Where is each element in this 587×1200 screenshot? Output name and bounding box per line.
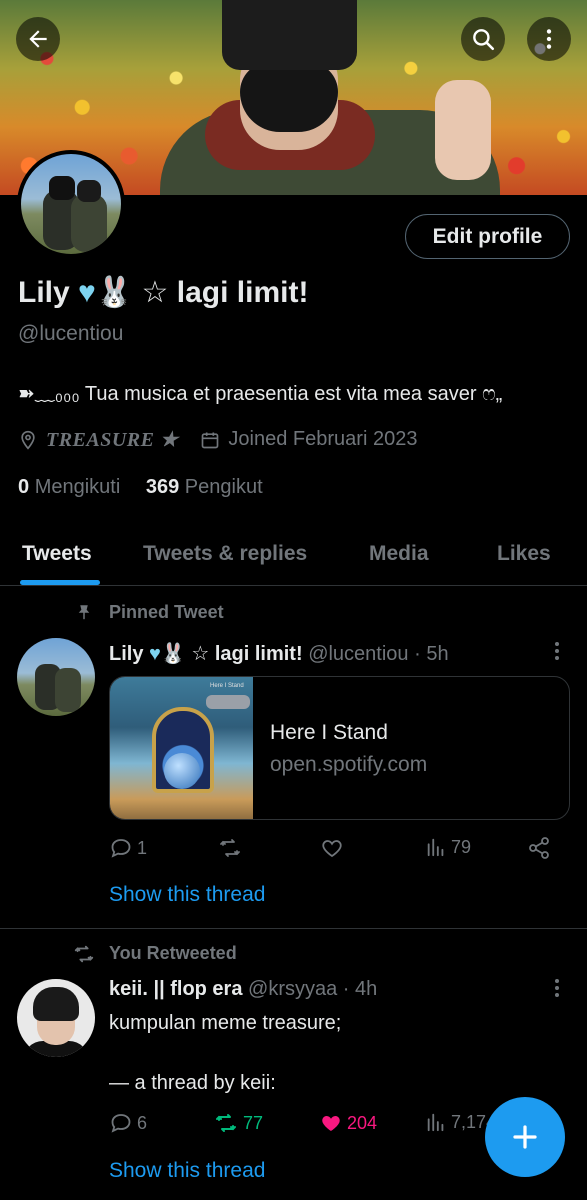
pin-icon: [78, 605, 90, 620]
like-button[interactable]: 204: [319, 1111, 377, 1135]
more-vertical-icon: [546, 29, 552, 49]
tab-likes[interactable]: Likes: [497, 542, 551, 566]
profile-handle: @lucentiou: [18, 322, 124, 345]
tab-tweets[interactable]: Tweets: [22, 542, 92, 566]
rabbit-face-icon: 🐰: [95, 276, 134, 309]
like-button[interactable]: [320, 836, 344, 860]
profile-meta: TREASURE ★ Joined Februari 2023: [18, 427, 417, 452]
profile-joined-date: Joined Februari 2023: [228, 428, 418, 450]
retweet-button[interactable]: [217, 836, 243, 860]
calendar-icon: [202, 432, 219, 448]
tweet-header: keii. || flop era @krsyyaa · 4h: [109, 978, 377, 1001]
location-icon: [21, 430, 35, 450]
arrow-left-icon: [29, 30, 47, 48]
tab-media[interactable]: Media: [369, 542, 429, 566]
profile-name: Lily ♥🐰 ☆ lagi limit!: [18, 275, 308, 310]
rabbit-face-icon: 🐰: [160, 643, 186, 665]
profile-bio: ➽﹏₀₀₀ Tua musica et praesentia est vita …: [18, 383, 503, 405]
tweet-handle-time: @lucentiou · 5h: [308, 643, 449, 665]
retweeted-label: You Retweeted: [109, 943, 237, 963]
views-chart-icon: [427, 838, 444, 857]
follow-counts: 0 Mengikuti 369 Pengikut: [18, 476, 263, 499]
link-card[interactable]: Here I Stand Here I Stand open.spotify.c…: [109, 676, 570, 820]
following-link[interactable]: 0 Mengikuti: [18, 476, 120, 498]
followers-link[interactable]: 369 Pengikut: [146, 476, 263, 498]
profile-avatar[interactable]: [17, 150, 125, 258]
reply-button[interactable]: 6: [109, 1111, 147, 1135]
tweet-actions: 1 79: [109, 836, 559, 866]
views-chart-icon: [427, 1113, 444, 1132]
search-icon: [473, 29, 495, 51]
plus-icon: [513, 1125, 537, 1149]
retweet-icon: [216, 1114, 236, 1132]
album-art-image: Here I Stand: [110, 677, 253, 819]
tweet-header: Lily ♥🐰 ☆ lagi limit! @lucentiou · 5h: [109, 641, 449, 666]
search-button[interactable]: [461, 17, 505, 61]
tweet-text-line: — a thread by keii:: [109, 1072, 276, 1094]
compose-tweet-button[interactable]: [485, 1097, 565, 1177]
tweet-author-name[interactable]: keii. || flop era: [109, 978, 242, 1000]
link-card-domain: open.spotify.com: [270, 753, 428, 776]
tweet-more-icon[interactable]: [554, 642, 560, 660]
link-card-title: Here I Stand: [270, 721, 388, 744]
back-button[interactable]: [16, 17, 60, 61]
pinned-label: Pinned Tweet: [109, 602, 224, 622]
reply-icon: [111, 1114, 131, 1133]
tweet-divider: [0, 928, 587, 929]
show-thread-link[interactable]: Show this thread: [109, 883, 265, 907]
tab-tweets-replies[interactable]: Tweets & replies: [143, 542, 307, 566]
banner-photo-subject: [160, 0, 500, 195]
profile-location: TREASURE ★: [46, 429, 179, 451]
edit-profile-button[interactable]: Edit profile: [405, 214, 570, 259]
tweet-author-avatar[interactable]: [17, 979, 95, 1057]
reply-button[interactable]: 1: [109, 836, 147, 860]
tweet-text-line: kumpulan meme treasure;: [109, 1012, 342, 1034]
retweet-icon: [220, 839, 240, 857]
show-thread-link[interactable]: Show this thread: [109, 1159, 265, 1183]
tweet-handle-time: @krsyyaa · 4h: [248, 978, 378, 1000]
profile-name-text: Lily: [18, 276, 70, 309]
light-blue-heart-icon: ♥: [78, 276, 96, 309]
retweet-icon: [74, 945, 94, 963]
more-options-button[interactable]: [527, 17, 571, 61]
retweet-button[interactable]: 77: [213, 1111, 263, 1135]
profile-tabs: Tweets Tweets & replies Media Likes: [0, 528, 587, 586]
active-tab-indicator: [20, 580, 100, 585]
share-icon: [529, 837, 549, 859]
heart-filled-icon: [322, 1116, 340, 1131]
tweet-more-icon[interactable]: [554, 979, 560, 997]
tweet-author-name[interactable]: Lily ♥🐰 ☆ lagi limit!: [109, 643, 303, 665]
tweet-author-avatar[interactable]: [17, 638, 95, 716]
views-button[interactable]: 79: [425, 836, 471, 858]
reply-icon: [111, 839, 131, 858]
share-button[interactable]: [527, 836, 551, 860]
heart-icon: [322, 840, 342, 858]
light-blue-heart-icon: ♥: [149, 643, 161, 665]
profile-name-suffix: ☆ lagi limit!: [133, 276, 309, 309]
